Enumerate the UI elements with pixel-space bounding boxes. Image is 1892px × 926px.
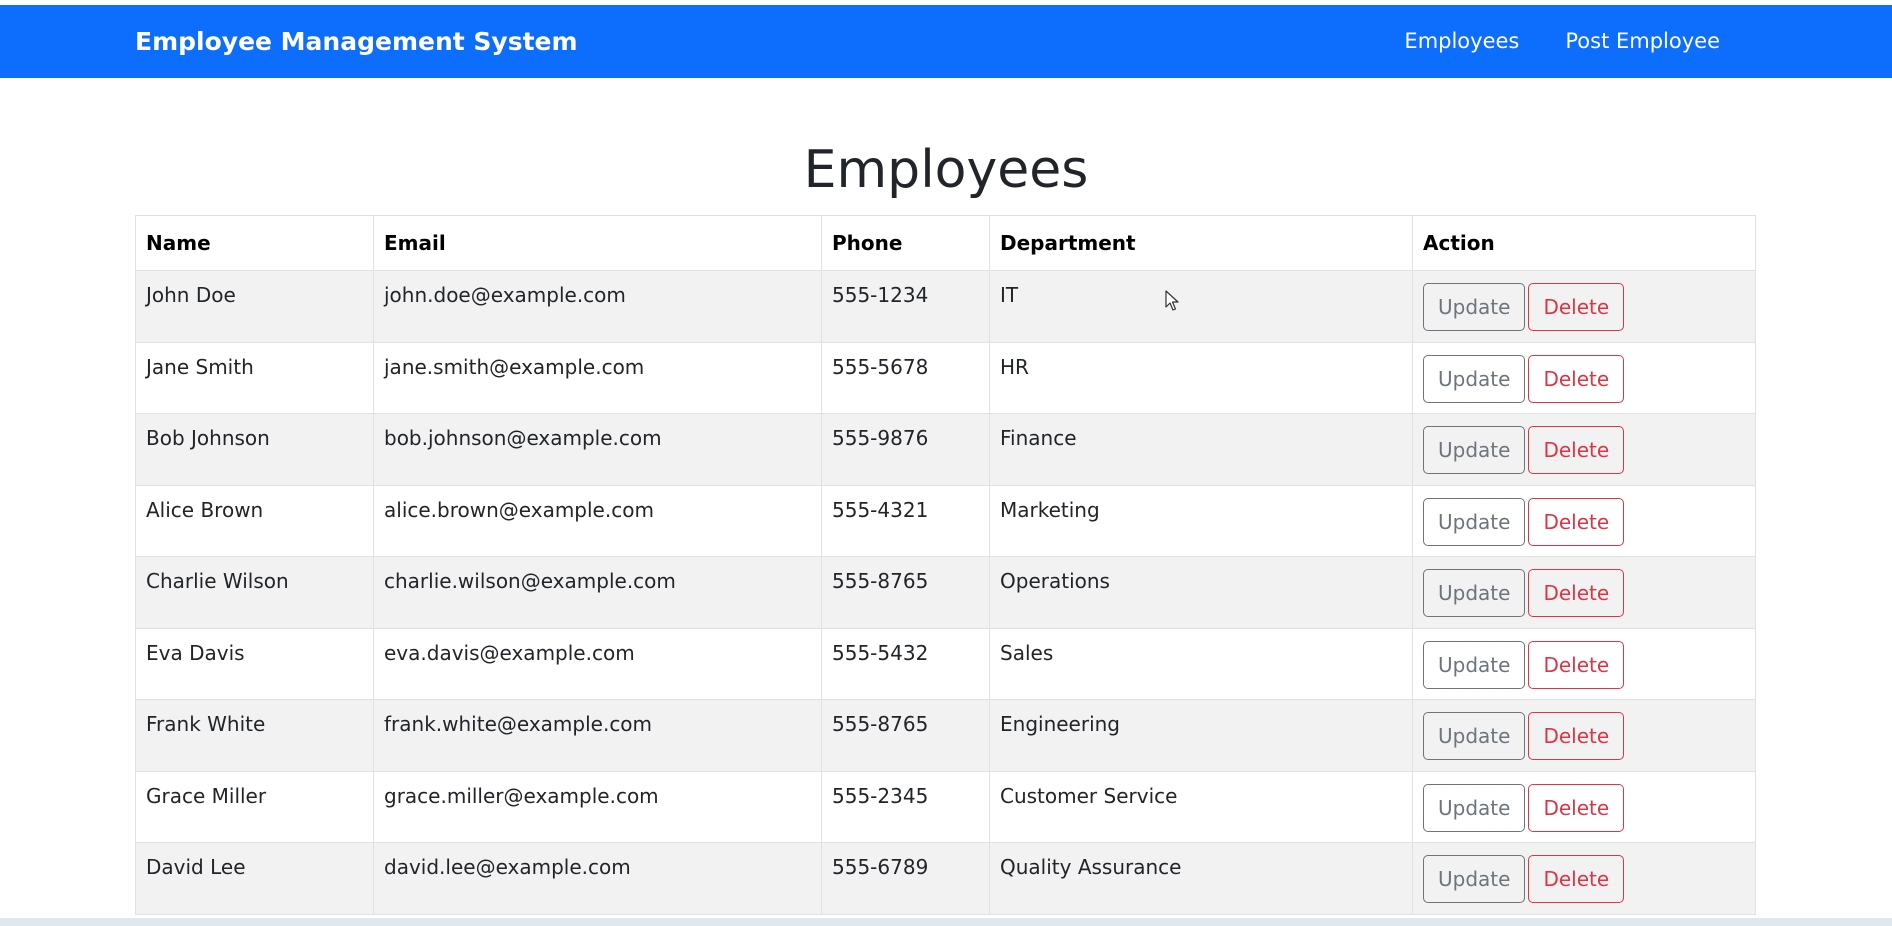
- cell-phone: 555-8765: [821, 699, 990, 772]
- employee-table-wrapper: Name Email Phone Department Action John …: [135, 215, 1756, 915]
- cell-action: Update Delete: [1412, 270, 1756, 343]
- update-button[interactable]: Update: [1423, 640, 1526, 689]
- cell-department: Sales: [989, 627, 1413, 700]
- cell-action: Update Delete: [1412, 484, 1756, 557]
- nav-link-post-employee[interactable]: Post Employee: [1565, 5, 1720, 78]
- cell-phone: 555-1234: [821, 270, 990, 343]
- table-header-row: Name Email Phone Department Action: [135, 215, 1756, 271]
- update-button[interactable]: Update: [1423, 712, 1526, 760]
- cell-name: Bob Johnson: [135, 413, 374, 486]
- cell-phone: 555-4321: [821, 484, 990, 557]
- cell-department: Engineering: [989, 699, 1413, 772]
- bottom-scroll-edge: [0, 918, 1892, 926]
- update-button[interactable]: Update: [1423, 783, 1526, 832]
- delete-button[interactable]: Delete: [1528, 497, 1625, 546]
- employee-table: Name Email Phone Department Action John …: [135, 215, 1756, 915]
- delete-button[interactable]: Delete: [1528, 640, 1625, 689]
- navbar: Employee Management System Employees Pos…: [0, 5, 1892, 78]
- header-phone: Phone: [821, 215, 990, 271]
- cell-name: Alice Brown: [135, 484, 374, 557]
- table-row: Charlie Wilson charlie.wilson@example.com…: [135, 556, 1756, 629]
- delete-button[interactable]: Delete: [1528, 283, 1625, 331]
- delete-button[interactable]: Delete: [1528, 569, 1625, 617]
- update-button[interactable]: Update: [1423, 283, 1526, 331]
- cell-action: Update Delete: [1412, 627, 1756, 700]
- cell-action: Update Delete: [1412, 842, 1756, 915]
- cell-phone: 555-8765: [821, 556, 990, 629]
- nav-link-employees[interactable]: Employees: [1404, 5, 1519, 78]
- table-row: Alice Brown alice.brown@example.com 555-43…: [135, 484, 1756, 557]
- update-button[interactable]: Update: [1423, 569, 1526, 617]
- brand-title[interactable]: Employee Management System: [135, 5, 578, 78]
- cell-email: bob.johnson@example.com: [373, 413, 822, 486]
- header-department: Department: [989, 215, 1413, 271]
- cell-name: Frank White: [135, 699, 374, 772]
- page-title: Employees: [803, 140, 1089, 200]
- update-button[interactable]: Update: [1423, 354, 1526, 403]
- table-row: Grace Miller grace.miller@example.com 555-…: [135, 770, 1756, 843]
- cell-email: jane.smith@example.com: [373, 341, 822, 414]
- cell-name: Charlie Wilson: [135, 556, 374, 629]
- cell-name: David Lee: [135, 842, 374, 915]
- table-row: Jane Smith jane.smith@example.com 555-5678…: [135, 341, 1756, 414]
- cell-name: Eva Davis: [135, 627, 374, 700]
- cell-name: Jane Smith: [135, 341, 374, 414]
- header-email: Email: [373, 215, 822, 271]
- table-row: Bob Johnson bob.johnson@example.com 555-98…: [135, 413, 1756, 486]
- update-button[interactable]: Update: [1423, 497, 1526, 546]
- cell-department: Quality Assurance: [989, 842, 1413, 915]
- cell-phone: 555-5432: [821, 627, 990, 700]
- cell-department: Customer Service: [989, 770, 1413, 843]
- cell-action: Update Delete: [1412, 413, 1756, 486]
- cell-action: Update Delete: [1412, 699, 1756, 772]
- delete-button[interactable]: Delete: [1528, 855, 1625, 903]
- table-row: Eva Davis eva.davis@example.com 555-5432 Sa…: [135, 627, 1756, 700]
- cell-phone: 555-5678: [821, 341, 990, 414]
- table-row: John Doe john.doe@example.com 555-1234 IT Up…: [135, 270, 1756, 343]
- table-row: Frank White frank.white@example.com 555-87…: [135, 699, 1756, 772]
- cell-phone: 555-2345: [821, 770, 990, 843]
- table-row: David Lee david.lee@example.com 555-6789 Qu…: [135, 842, 1756, 915]
- cell-name: Grace Miller: [135, 770, 374, 843]
- delete-button[interactable]: Delete: [1528, 783, 1625, 832]
- nav-links: Employees Post Employee: [1358, 5, 1720, 78]
- cell-department: Finance: [989, 413, 1413, 486]
- cell-email: grace.miller@example.com: [373, 770, 822, 843]
- delete-button[interactable]: Delete: [1528, 354, 1625, 403]
- mouse-pointer-icon: [1165, 290, 1179, 311]
- cell-action: Update Delete: [1412, 770, 1756, 843]
- cell-department: IT: [989, 270, 1413, 343]
- cell-email: frank.white@example.com: [373, 699, 822, 772]
- cell-phone: 555-6789: [821, 842, 990, 915]
- cell-email: john.doe@example.com: [373, 270, 822, 343]
- cell-department: HR: [989, 341, 1413, 414]
- cell-name: John Doe: [135, 270, 374, 343]
- cell-department: Operations: [989, 556, 1413, 629]
- cell-phone: 555-9876: [821, 413, 990, 486]
- cell-email: eva.davis@example.com: [373, 627, 822, 700]
- header-action: Action: [1412, 215, 1756, 271]
- update-button[interactable]: Update: [1423, 855, 1526, 903]
- cell-email: david.lee@example.com: [373, 842, 822, 915]
- delete-button[interactable]: Delete: [1528, 426, 1625, 474]
- cell-email: charlie.wilson@example.com: [373, 556, 822, 629]
- header-name: Name: [135, 215, 374, 271]
- table-body: John Doe john.doe@example.com 555-1234 IT Up…: [135, 270, 1756, 915]
- delete-button[interactable]: Delete: [1528, 712, 1625, 760]
- cell-email: alice.brown@example.com: [373, 484, 822, 557]
- cell-department: Marketing: [989, 484, 1413, 557]
- cell-action: Update Delete: [1412, 556, 1756, 629]
- update-button[interactable]: Update: [1423, 426, 1526, 474]
- cell-action: Update Delete: [1412, 341, 1756, 414]
